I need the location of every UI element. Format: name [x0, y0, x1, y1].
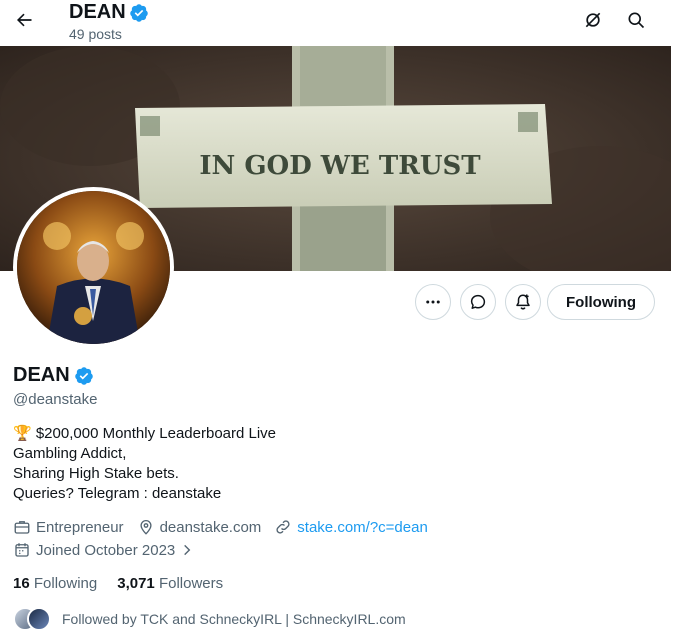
posts-count: 49 posts — [69, 26, 122, 42]
message-button[interactable] — [460, 284, 496, 320]
joined-row[interactable]: Joined October 2023 — [13, 541, 207, 559]
grok-slash-icon — [585, 12, 601, 28]
verified-badge-icon — [129, 3, 148, 22]
message-bubble-icon — [470, 294, 486, 309]
search-icon — [628, 12, 645, 29]
following-label: Following — [33, 575, 98, 592]
grok-button[interactable] — [577, 4, 609, 36]
profile-name-group: DEAN — [13, 364, 94, 387]
follow-counts: 16 Following 3,071 Followers — [13, 575, 223, 592]
avatar — [27, 607, 51, 631]
verified-badge-icon[interactable] — [74, 366, 94, 386]
location-text: deanstake.com — [159, 518, 262, 536]
joined-text: Joined October 2023 — [36, 541, 176, 559]
bio-line: Queries? Telegram : deanstake — [13, 485, 222, 502]
profile-avatar[interactable] — [13, 187, 174, 348]
back-button[interactable] — [8, 4, 40, 36]
header-title: DEAN — [69, 1, 126, 23]
following-count-link[interactable]: 16 Following — [13, 575, 97, 592]
joined-item[interactable]: Joined October 2023 — [13, 541, 194, 559]
top-bar: DEAN 49 posts — [0, 0, 671, 46]
header-title-group: DEAN — [69, 1, 149, 24]
more-button[interactable] — [415, 284, 451, 320]
profile-meta-row: Entrepreneur deanstake.com stake.com/?c=… — [13, 518, 441, 536]
following-count: 16 — [13, 575, 30, 592]
location-pin-icon — [140, 520, 152, 535]
website-link[interactable]: stake.com/?c=dean — [297, 519, 428, 536]
avatar-image — [17, 191, 170, 344]
profile-handle: @deanstake — [13, 391, 98, 408]
profile-bio: 🏆 $200,000 Monthly Leaderboard Live Gamb… — [13, 424, 276, 504]
scrollbar-track[interactable] — [671, 0, 691, 642]
bell-plus-icon — [516, 294, 530, 310]
followed-by-row[interactable]: Followed by TCK and SchneckyIRL | Schnec… — [13, 607, 406, 631]
banner-text: IN GOD WE TRUST — [199, 151, 481, 181]
followers-count-link[interactable]: 3,071 Followers — [117, 575, 223, 592]
followed-by-avatars — [13, 607, 53, 631]
more-dots-icon — [426, 300, 440, 304]
profile-name: DEAN — [13, 364, 70, 386]
category-item: Entrepreneur — [13, 518, 124, 536]
website-item[interactable]: stake.com/?c=dean — [274, 518, 428, 536]
search-button[interactable] — [620, 4, 652, 36]
bio-line: Gambling Addict, — [13, 445, 127, 462]
link-icon — [276, 520, 290, 534]
followers-label: Followers — [158, 575, 224, 592]
bio-line: Sharing High Stake bets. — [13, 465, 179, 482]
location-item: deanstake.com — [137, 518, 262, 536]
bio-line: 🏆 $200,000 Monthly Leaderboard Live — [13, 425, 277, 442]
following-button[interactable]: Following — [547, 284, 655, 320]
briefcase-icon — [14, 521, 30, 534]
followed-by-text: Followed by TCK and SchneckyIRL | Schnec… — [62, 611, 406, 627]
notifications-button[interactable] — [505, 284, 541, 320]
followers-count: 3,071 — [117, 575, 155, 592]
chevron-right-icon — [184, 544, 191, 556]
category-text: Entrepreneur — [36, 518, 124, 536]
calendar-icon — [15, 543, 29, 557]
arrow-left-icon — [17, 13, 32, 27]
